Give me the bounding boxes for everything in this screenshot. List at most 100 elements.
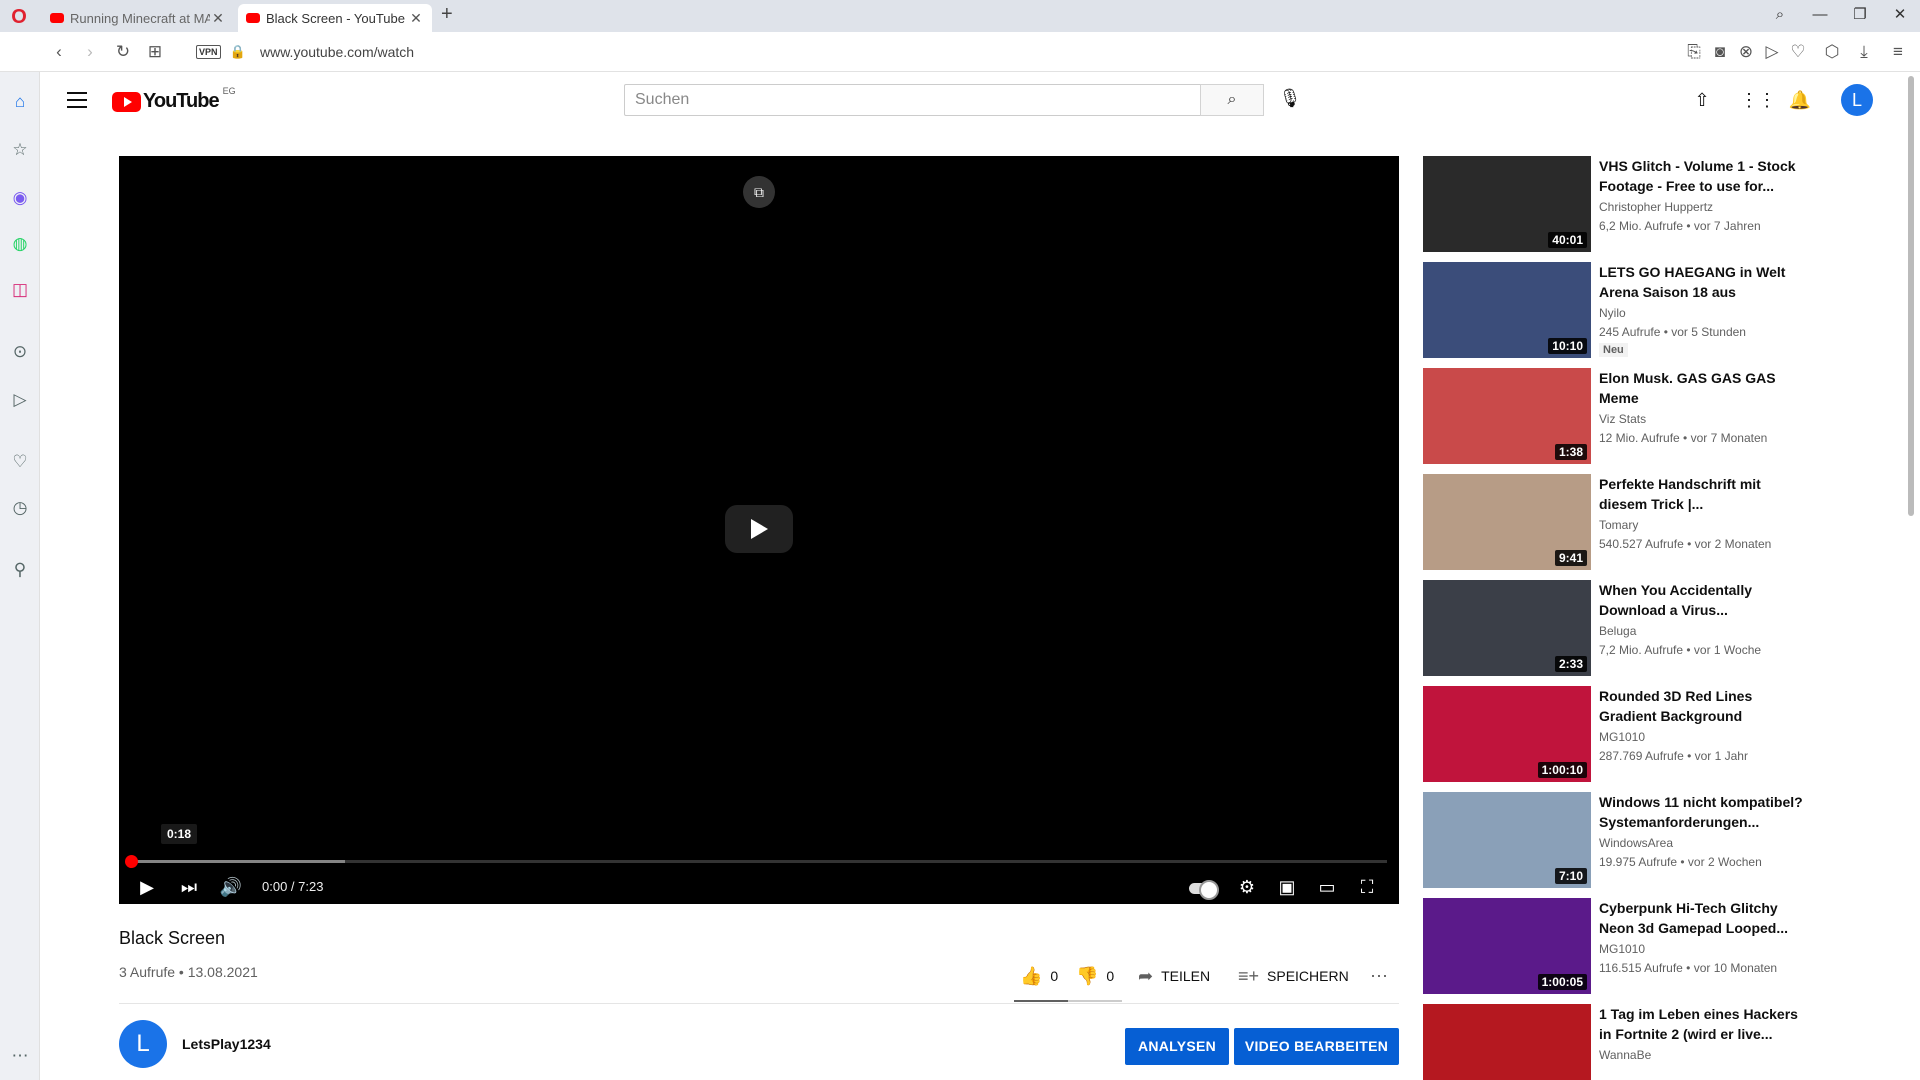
play-pause-button[interactable]: ▶	[129, 872, 165, 902]
recommendation-title[interactable]: Elon Musk. GAS GAS GAS Meme	[1599, 368, 1805, 408]
settings-gear-icon[interactable]: ⚙	[1229, 872, 1265, 902]
heart-icon[interactable]: ♡	[8, 450, 32, 474]
recommendation-channel[interactable]: Viz Stats	[1599, 412, 1646, 426]
vpn-badge[interactable]: VPN	[196, 45, 221, 59]
recommendation-item[interactable]: 1:00:10 Rounded 3D Red Lines Gradient Bac…	[1423, 686, 1803, 792]
back-icon[interactable]: ‹	[47, 40, 71, 64]
recommendation-channel[interactable]: MG1010	[1599, 730, 1645, 744]
avatar[interactable]: L	[1841, 84, 1873, 116]
like-button[interactable]: 👍 0	[1020, 962, 1058, 990]
autoplay-toggle[interactable]	[1189, 880, 1219, 900]
upload-icon[interactable]: ⇧	[1690, 88, 1714, 112]
channel-avatar[interactable]: L	[119, 1020, 167, 1068]
recommendation-channel[interactable]: Beluga	[1599, 624, 1636, 638]
player-icon[interactable]: ⊙	[8, 340, 32, 364]
restore-window-button[interactable]: ❐	[1840, 0, 1880, 32]
apps-grid-icon[interactable]: ⋮⋮	[1740, 88, 1776, 112]
heart-icon[interactable]: ♡	[1786, 40, 1810, 64]
instagram-icon[interactable]: ◫	[8, 278, 32, 302]
video-thumbnail[interactable]: 7:10	[1423, 792, 1591, 888]
video-thumbnail[interactable]	[1423, 1004, 1591, 1080]
recommendation-channel[interactable]: Nyilo	[1599, 306, 1626, 320]
opera-logo-icon[interactable]: O	[8, 6, 30, 28]
recommendation-channel[interactable]: Christopher Huppertz	[1599, 200, 1713, 214]
snapshot-icon[interactable]: ⎘	[1682, 40, 1706, 64]
extensions-icon[interactable]: ⬡	[1820, 40, 1844, 64]
send-icon[interactable]: ▷	[8, 388, 32, 412]
miniplayer-icon[interactable]: ▣	[1269, 872, 1305, 902]
recommendation-title[interactable]: Cyberpunk Hi-Tech Glitchy Neon 3d Gamepa…	[1599, 898, 1805, 938]
notifications-bell-icon[interactable]: 🔔	[1788, 88, 1812, 112]
home-icon[interactable]: ⌂	[8, 90, 32, 114]
search-button[interactable]: ⌕	[1200, 84, 1264, 116]
video-player[interactable]: ⧉ 0:18 ▶ ⏭ 🔊 0:00 / 7:23 ⚙ ▣ ▭ ⛶	[119, 156, 1399, 904]
recommendation-title[interactable]: Perfekte Handschrift mit diesem Trick |.…	[1599, 474, 1805, 514]
history-icon[interactable]: ◷	[8, 496, 32, 520]
video-thumbnail[interactable]: 9:41	[1423, 474, 1591, 570]
recommendation-title[interactable]: 1 Tag im Leben eines Hackers in Fortnite…	[1599, 1004, 1805, 1044]
browser-tab-1[interactable]: Running Minecraft at MAX ✕	[42, 4, 234, 32]
recommendation-title[interactable]: Rounded 3D Red Lines Gradient Background…	[1599, 686, 1805, 726]
dislike-button[interactable]: 👎 0	[1076, 962, 1114, 990]
video-thumbnail[interactable]: 10:10	[1423, 262, 1591, 358]
tabs-grid-icon[interactable]: ⊞	[143, 40, 167, 64]
video-thumbnail[interactable]: 1:38	[1423, 368, 1591, 464]
recommendation-item[interactable]: 10:10 LETS GO HAEGANG in Welt Arena Saiso…	[1423, 262, 1803, 368]
menu-icon[interactable]	[65, 88, 89, 112]
recommendation-item[interactable]: 1 Tag im Leben eines Hackers in Fortnite…	[1423, 1004, 1803, 1080]
messenger-icon[interactable]: ◉	[8, 186, 32, 210]
recommendation-channel[interactable]: WindowsArea	[1599, 836, 1673, 850]
recommendation-item[interactable]: 9:41 Perfekte Handschrift mit diesem Tric…	[1423, 474, 1803, 580]
url-text[interactable]: www.youtube.com/watch	[260, 44, 414, 60]
progress-bar[interactable]	[125, 855, 1387, 868]
recommendation-title[interactable]: When You Accidentally Download a Virus..…	[1599, 580, 1805, 620]
recommendation-item[interactable]: 7:10 Windows 11 nicht kompatibel? Systema…	[1423, 792, 1803, 898]
edit-video-button[interactable]: VIDEO BEARBEITEN	[1234, 1028, 1399, 1065]
next-button[interactable]: ⏭	[171, 872, 207, 902]
channel-name[interactable]: LetsPlay1234	[182, 1036, 271, 1052]
recommendation-title[interactable]: VHS Glitch - Volume 1 - Stock Footage - …	[1599, 156, 1805, 196]
fullscreen-icon[interactable]: ⛶	[1349, 872, 1385, 902]
more-icon[interactable]: ⋯	[8, 1044, 32, 1068]
youtube-logo[interactable]: YouTube EG	[112, 86, 236, 113]
search-tabs-icon[interactable]: ⌕	[1760, 0, 1800, 32]
download-icon[interactable]: ⤓	[1852, 40, 1876, 64]
video-thumbnail[interactable]: 40:01	[1423, 156, 1591, 252]
send-icon[interactable]: ▷	[1760, 40, 1784, 64]
new-tab-button[interactable]: +	[441, 3, 453, 26]
browser-tab-2[interactable]: Black Screen - YouTube ✕	[238, 4, 432, 32]
more-actions-button[interactable]: ⋯	[1370, 962, 1388, 990]
theater-mode-icon[interactable]: ▭	[1309, 872, 1345, 902]
scrubber-handle[interactable]	[125, 855, 138, 868]
recommendation-channel[interactable]: WannaBe	[1599, 1048, 1651, 1062]
large-play-button[interactable]	[725, 505, 793, 553]
adblock-icon[interactable]: ⊗	[1734, 40, 1758, 64]
recommendation-title[interactable]: Windows 11 nicht kompatibel? Systemanfor…	[1599, 792, 1805, 832]
recommendation-item[interactable]: 1:38 Elon Musk. GAS GAS GAS Meme Viz Stats…	[1423, 368, 1803, 474]
page-scrollbar[interactable]	[1908, 76, 1914, 516]
analytics-button[interactable]: ANALYSEN	[1125, 1028, 1229, 1065]
whatsapp-icon[interactable]: ◍	[8, 232, 32, 256]
reload-icon[interactable]: ↻	[111, 40, 135, 64]
lock-icon[interactable]: 🔒	[226, 40, 250, 64]
lightbulb-icon[interactable]: ⚲	[8, 558, 32, 582]
recommendation-channel[interactable]: Tomary	[1599, 518, 1638, 532]
recommendation-item[interactable]: 1:00:05 Cyberpunk Hi-Tech Glitchy Neon 3d…	[1423, 898, 1803, 1004]
microphone-icon[interactable]: 🎙	[1278, 88, 1302, 109]
video-thumbnail[interactable]: 1:00:10	[1423, 686, 1591, 782]
save-button[interactable]: ≡+ SPEICHERN	[1238, 962, 1349, 990]
search-input[interactable]: Suchen	[624, 84, 1201, 116]
easy-setup-icon[interactable]: ≡	[1886, 40, 1910, 64]
volume-button[interactable]: 🔊	[213, 872, 249, 902]
close-tab-icon[interactable]: ✕	[408, 10, 424, 27]
recommendation-item[interactable]: 2:33 When You Accidentally Download a Vir…	[1423, 580, 1803, 686]
minimize-window-button[interactable]: —	[1800, 0, 1840, 32]
recommendation-channel[interactable]: MG1010	[1599, 942, 1645, 956]
share-button[interactable]: ➦ TEILEN	[1138, 962, 1210, 990]
star-icon[interactable]: ☆	[8, 138, 32, 162]
video-thumbnail[interactable]: 1:00:05	[1423, 898, 1591, 994]
forward-icon[interactable]: ›	[78, 40, 102, 64]
copy-link-icon[interactable]: ⧉	[743, 176, 775, 208]
close-window-button[interactable]: ✕	[1880, 0, 1920, 32]
close-tab-icon[interactable]: ✕	[210, 10, 226, 27]
